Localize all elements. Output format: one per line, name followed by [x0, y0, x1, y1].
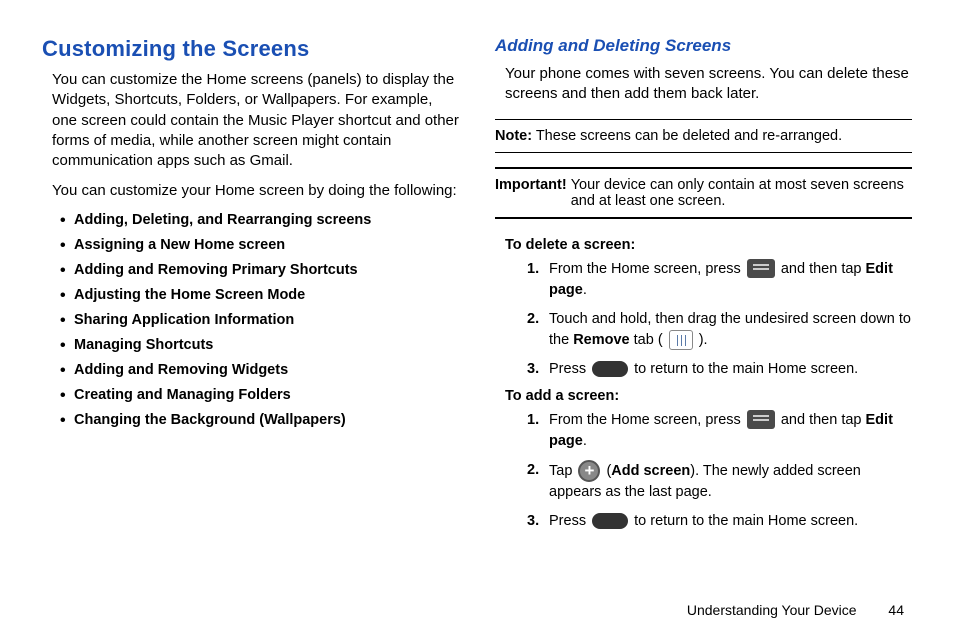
- important-text: Your device can only contain at most sev…: [571, 177, 912, 209]
- intro-paragraph-1: You can customize the Home screens (pane…: [42, 70, 459, 171]
- list-item: Managing Shortcuts: [60, 337, 459, 353]
- step-item: Tap (Add screen). The newly added screen…: [527, 460, 912, 503]
- plus-icon: [578, 460, 600, 482]
- home-button-icon: [592, 513, 628, 529]
- list-item: Adding and Removing Widgets: [60, 362, 459, 378]
- step-item: Press to return to the main Home screen.: [527, 359, 912, 380]
- delete-heading: To delete a screen:: [505, 237, 912, 253]
- note-box: Note: These screens can be deleted and r…: [495, 119, 912, 153]
- note-label: Note:: [495, 128, 532, 144]
- step-item: From the Home screen, press and then tap…: [527, 410, 912, 452]
- subsection-heading: Adding and Deleting Screens: [495, 36, 912, 56]
- step-item: From the Home screen, press and then tap…: [527, 259, 912, 301]
- subsection-intro: Your phone comes with seven screens. You…: [495, 64, 912, 105]
- menu-icon: [747, 410, 775, 429]
- list-item: Creating and Managing Folders: [60, 387, 459, 403]
- section-heading: Customizing the Screens: [42, 36, 459, 62]
- add-heading: To add a screen:: [505, 388, 912, 404]
- delete-steps: From the Home screen, press and then tap…: [495, 259, 912, 380]
- customize-options-list: Adding, Deleting, and Rearranging screen…: [42, 212, 459, 428]
- right-column: Adding and Deleting Screens Your phone c…: [495, 36, 912, 540]
- note-text: These screens can be deleted and re-arra…: [532, 128, 842, 144]
- trash-icon: [669, 330, 693, 350]
- add-steps: From the Home screen, press and then tap…: [495, 410, 912, 532]
- step-item: Touch and hold, then drag the undesired …: [527, 309, 912, 351]
- footer-section: Understanding Your Device: [687, 602, 857, 618]
- step-item: Press to return to the main Home screen.: [527, 511, 912, 532]
- page-footer: Understanding Your Device 44: [687, 602, 904, 618]
- list-item: Assigning a New Home screen: [60, 237, 459, 253]
- footer-page-number: 44: [888, 602, 904, 618]
- intro-paragraph-2: You can customize your Home screen by do…: [42, 181, 459, 201]
- list-item: Adding and Removing Primary Shortcuts: [60, 262, 459, 278]
- list-item: Adjusting the Home Screen Mode: [60, 287, 459, 303]
- important-box: Important! Your device can only contain …: [495, 167, 912, 219]
- important-label: Important!: [495, 177, 567, 209]
- menu-icon: [747, 259, 775, 278]
- list-item: Changing the Background (Wallpapers): [60, 412, 459, 428]
- home-button-icon: [592, 361, 628, 377]
- list-item: Adding, Deleting, and Rearranging screen…: [60, 212, 459, 228]
- left-column: Customizing the Screens You can customiz…: [42, 36, 459, 540]
- list-item: Sharing Application Information: [60, 312, 459, 328]
